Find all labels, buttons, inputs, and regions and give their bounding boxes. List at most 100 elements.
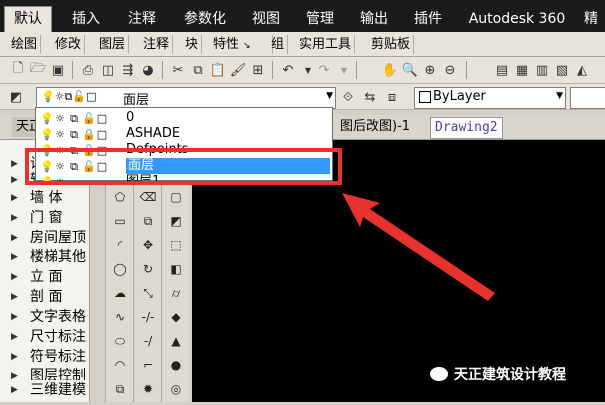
layer-combo[interactable]: 💡☼⧉🔓□ 面层 ▼ xyxy=(36,87,336,109)
cone-icon[interactable]: ▲ xyxy=(167,332,185,350)
copy-icon[interactable]: ⧉ xyxy=(188,60,208,80)
sidebar-item-dimensions[interactable]: ▶ 尺寸标注 xyxy=(2,327,90,347)
copy-object-icon[interactable]: ⧉ xyxy=(139,212,157,230)
panel-block[interactable]: 块 xyxy=(182,35,203,54)
panel-draw[interactable]: 绘图 xyxy=(8,35,42,54)
layer-row-ashade[interactable]: 💡☼ ⧉ 🔒□ ASHADE xyxy=(40,126,330,142)
undo-icon[interactable]: ↶ xyxy=(278,60,298,80)
layer-previous-icon[interactable]: ⇆ xyxy=(360,87,380,107)
cut-icon[interactable]: ✂ xyxy=(168,60,188,80)
erase-icon[interactable]: ⌫ xyxy=(139,188,157,206)
insert-block-icon[interactable]: ⧉ xyxy=(111,380,129,398)
arc-icon[interactable]: ◜ xyxy=(111,236,129,254)
sidebar-item-3d-modeling[interactable]: ▶ 三维建模 xyxy=(2,380,90,400)
light-bulb-icon: 💡 xyxy=(40,128,54,141)
color-combo[interactable]: ByLayer ▼ xyxy=(414,87,566,109)
solid-icon[interactable]: ◆ xyxy=(167,308,185,326)
paste-icon[interactable]: 📋 xyxy=(208,60,228,80)
tab-insert[interactable]: 插入 xyxy=(66,7,106,32)
rectangle-icon[interactable]: ▭ xyxy=(111,212,129,230)
sheet-set-icon[interactable]: ▧ xyxy=(552,60,572,80)
tab-manage[interactable]: 管理 xyxy=(302,7,338,32)
design-center-icon[interactable]: ▦ xyxy=(512,60,532,80)
trim-icon[interactable]: -/- xyxy=(139,308,157,326)
linetype-combo[interactable] xyxy=(570,87,605,109)
chevron-right-icon: ▶ xyxy=(11,292,18,302)
panel-properties-label: 特性 xyxy=(213,37,240,52)
zoom-window-icon[interactable]: ⊕ xyxy=(420,60,440,80)
tab-view[interactable]: 视图 xyxy=(248,7,284,32)
open-file-icon[interactable]: 🗁 xyxy=(28,60,48,80)
doc-tab-partial[interactable]: 图后改图)-1 xyxy=(336,117,414,137)
panel-modify[interactable]: 修改 xyxy=(52,35,86,54)
sidebar-item-walls[interactable]: ▶ 墙 体 xyxy=(2,188,90,208)
panel-groups[interactable]: 组 xyxy=(268,35,289,54)
tab-annotate[interactable]: 注释 xyxy=(122,7,162,32)
sidebar-item-stairs[interactable]: ▶ 楼梯其他 xyxy=(2,247,90,267)
launcher-icon[interactable]: ↘ xyxy=(243,41,251,51)
zoom-previous-icon[interactable]: ⊖ xyxy=(440,60,460,80)
tab-default[interactable]: 默认 xyxy=(4,6,52,33)
fillet-icon[interactable]: ⌐ xyxy=(139,356,157,374)
layer-row-0[interactable]: 💡☼ ⧉ 🔓□ 0 xyxy=(40,110,330,126)
properties-icon[interactable]: ▤ xyxy=(492,60,512,80)
cloud-icon[interactable]: ☁ xyxy=(111,284,129,302)
zoom-realtime-icon[interactable]: 🔍 xyxy=(400,60,420,80)
panel-layers[interactable]: 图层 xyxy=(96,35,130,54)
move-icon[interactable]: ✥ xyxy=(139,236,157,254)
panel-clipboard[interactable]: 剪贴板 xyxy=(368,35,415,54)
panel-annotation[interactable]: 注释 xyxy=(140,35,174,54)
tab-featured[interactable]: 精 xyxy=(580,7,602,32)
new-file-icon[interactable]: 🗋 xyxy=(8,60,28,80)
extend-icon[interactable]: -/ xyxy=(139,332,157,350)
make-current-layer-icon[interactable]: ⟐ xyxy=(338,87,358,107)
layer-state-icon[interactable]: ⧈ xyxy=(382,87,402,107)
pan-icon[interactable]: ✋ xyxy=(380,60,400,80)
scale-icon[interactable]: ⤡ xyxy=(139,284,157,302)
sidebar-item-doors[interactable]: ▶ 门 窗 xyxy=(2,208,90,228)
layer-properties-icon[interactable]: ◩ xyxy=(6,87,26,107)
box-icon[interactable]: ▢ xyxy=(167,188,185,206)
3d-print-icon[interactable]: ◕ xyxy=(138,60,158,80)
rotate-icon[interactable]: ↻ xyxy=(139,260,157,278)
tool-palettes-icon[interactable]: ▥ xyxy=(532,60,552,80)
tab-parametric[interactable]: 参数化 xyxy=(176,7,234,32)
unlock-icon: 🔓 xyxy=(82,112,96,125)
torus-icon[interactable]: ◎ xyxy=(167,380,185,398)
circle-icon[interactable]: ◯ xyxy=(111,260,129,278)
sidebar-item-elevation[interactable]: ▶ 立 面 xyxy=(2,267,90,287)
explode-icon[interactable]: ✹ xyxy=(139,380,157,398)
print-icon[interactable]: ⎙ xyxy=(78,60,98,80)
ellipse-icon[interactable]: ⬭ xyxy=(111,332,129,350)
ellipse-arc-icon[interactable]: ◠ xyxy=(111,356,129,374)
polygon-icon[interactable]: ⬠ xyxy=(111,188,129,206)
doc-tab-drawing2[interactable]: Drawing2 xyxy=(430,117,503,139)
tab-output[interactable]: 输出 xyxy=(354,7,394,32)
save-icon[interactable]: ▣ xyxy=(48,60,68,80)
sphere-icon[interactable]: ● xyxy=(167,356,185,374)
chevron-down-icon[interactable]: ▼ xyxy=(334,60,354,80)
sidebar-item-symbols[interactable]: ▶ 符号标注 xyxy=(2,347,90,367)
spline-icon[interactable]: ∿ xyxy=(111,308,129,326)
sidebar-item-rooms[interactable]: ▶ 房间屋顶 xyxy=(2,228,90,248)
viewport-icon: ⧉ xyxy=(70,112,78,125)
panel-properties[interactable]: 特性 ↘ xyxy=(210,35,273,54)
wedge-icon[interactable]: ◩ xyxy=(167,212,185,230)
chevron-right-icon: ▶ xyxy=(11,352,18,362)
cylinder-icon[interactable]: ⌭ xyxy=(167,284,185,302)
match-properties-icon[interactable]: 🖌 xyxy=(228,60,248,80)
block-editor-icon[interactable]: ⊞ xyxy=(248,60,268,80)
sidebar-item-text-tables[interactable]: ▶ 文字表格 xyxy=(2,307,90,327)
sidebar-item-section[interactable]: ▶ 剖 面 xyxy=(2,287,90,307)
markup-icon[interactable]: ◭ xyxy=(572,60,592,80)
publish-icon[interactable]: ⇶ xyxy=(118,60,138,80)
print-preview-icon[interactable]: ◫ xyxy=(98,60,118,80)
tab-autodesk360[interactable]: Autodesk 360 xyxy=(462,7,572,32)
color-square-icon: □ xyxy=(96,128,108,141)
tab-plugins[interactable]: 插件 xyxy=(408,7,448,32)
cube-icon[interactable]: ⬚ xyxy=(167,236,185,254)
toolbar-separator xyxy=(72,61,73,79)
cube-shade-icon[interactable]: ◧ xyxy=(167,260,185,278)
panel-utilities[interactable]: 实用工具 xyxy=(296,35,356,54)
redo-icon[interactable]: ↷ xyxy=(314,60,334,80)
